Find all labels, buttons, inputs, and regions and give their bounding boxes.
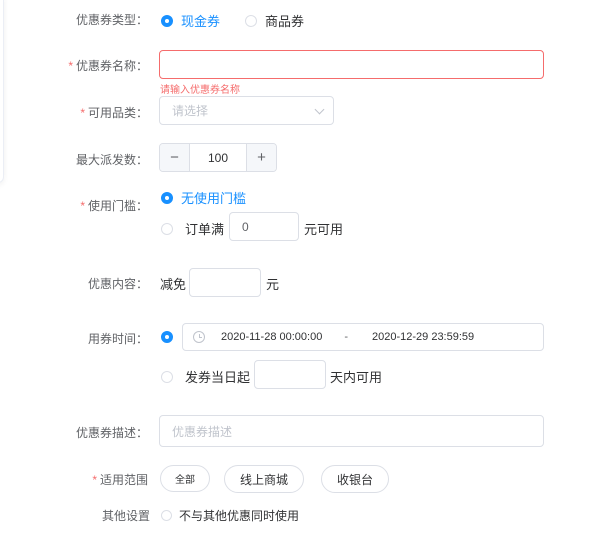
max-issue-value[interactable]: 100	[190, 144, 246, 171]
radio-checked-icon	[161, 191, 173, 204]
scope-all-button[interactable]: 全部	[160, 465, 210, 492]
coupon-type-label: 优惠券类型：	[75, 13, 148, 27]
relative-days-prefix: 发券当日起	[185, 370, 251, 385]
required-asterisk: *	[80, 106, 85, 120]
required-asterisk: *	[80, 199, 85, 213]
order-threshold-suffix: 元可用	[304, 222, 344, 237]
side-panel-edge	[0, 0, 4, 183]
radio-goods-coupon-label: 商品券	[265, 14, 305, 29]
order-threshold-prefix: 订单满	[185, 222, 225, 237]
clock-icon	[193, 331, 205, 343]
other-settings-label: 其他设置	[101, 509, 150, 523]
radio-checked-icon	[161, 14, 173, 27]
scope-online-mall-button[interactable]: 线上商城	[224, 465, 304, 493]
increment-button[interactable]: +	[246, 144, 276, 171]
order-amount-input[interactable]: 0	[229, 212, 299, 241]
coupon-name-error: 请输入优惠券名称	[160, 85, 240, 96]
coupon-name-input[interactable]	[159, 50, 544, 79]
coupon-name-label: * 优惠券名称：	[68, 59, 148, 73]
radio-no-threshold-label: 无使用门槛	[181, 191, 247, 206]
relative-days-suffix: 天内可用	[330, 370, 383, 385]
description-label: 优惠券描述：	[75, 426, 148, 440]
date-range-picker[interactable]: 2020-11-28 00:00:00 - 2020-12-29 23:59:5…	[182, 323, 544, 351]
radio-checked-icon	[161, 331, 173, 343]
radio-unchecked-icon	[161, 370, 173, 383]
decrement-button[interactable]: −	[160, 144, 190, 171]
discount-suffix: 元	[266, 277, 280, 292]
relative-days-input[interactable]	[254, 360, 326, 389]
no-stacking-label: 不与其他优惠同时使用	[179, 509, 300, 523]
scope-cashier-button[interactable]: 收银台	[321, 465, 389, 493]
radio-goods-coupon[interactable]: 商品券	[245, 11, 304, 30]
radio-order-threshold[interactable]: 订单满	[161, 219, 224, 238]
discount-prefix: 减免	[160, 277, 187, 292]
radio-unchecked-icon	[245, 14, 257, 27]
scope-label: * 适用范围	[92, 473, 148, 487]
radio-relative-days[interactable]: 发券当日起	[161, 367, 250, 386]
end-date[interactable]: 2020-12-29 23:59:59	[372, 331, 474, 343]
content-label: 优惠内容：	[87, 277, 148, 291]
radio-cash-coupon-label: 现金券	[181, 14, 221, 29]
radio-unchecked-icon	[161, 510, 172, 521]
description-input[interactable]: 优惠券描述	[159, 415, 544, 447]
chevron-down-icon	[314, 104, 325, 115]
max-issue-label: 最大派发数：	[75, 153, 148, 167]
range-separator: -	[344, 331, 348, 343]
radio-date-range[interactable]	[161, 331, 181, 343]
required-asterisk: *	[92, 473, 97, 487]
radio-unchecked-icon	[161, 222, 173, 235]
discount-amount-input[interactable]	[189, 268, 261, 297]
start-date[interactable]: 2020-11-28 00:00:00	[221, 331, 322, 343]
checkbox-no-stacking[interactable]: 不与其他优惠同时使用	[161, 507, 299, 524]
required-asterisk: *	[68, 59, 73, 73]
radio-no-threshold[interactable]: 无使用门槛	[161, 188, 246, 207]
category-select[interactable]: 请选择	[159, 96, 334, 125]
threshold-label: * 使用门槛：	[80, 199, 148, 213]
radio-cash-coupon[interactable]: 现金券	[161, 11, 220, 30]
use-time-label: 用券时间：	[87, 332, 148, 346]
max-issue-stepper[interactable]: − 100 +	[159, 143, 277, 172]
category-label: * 可用品类：	[80, 106, 148, 120]
